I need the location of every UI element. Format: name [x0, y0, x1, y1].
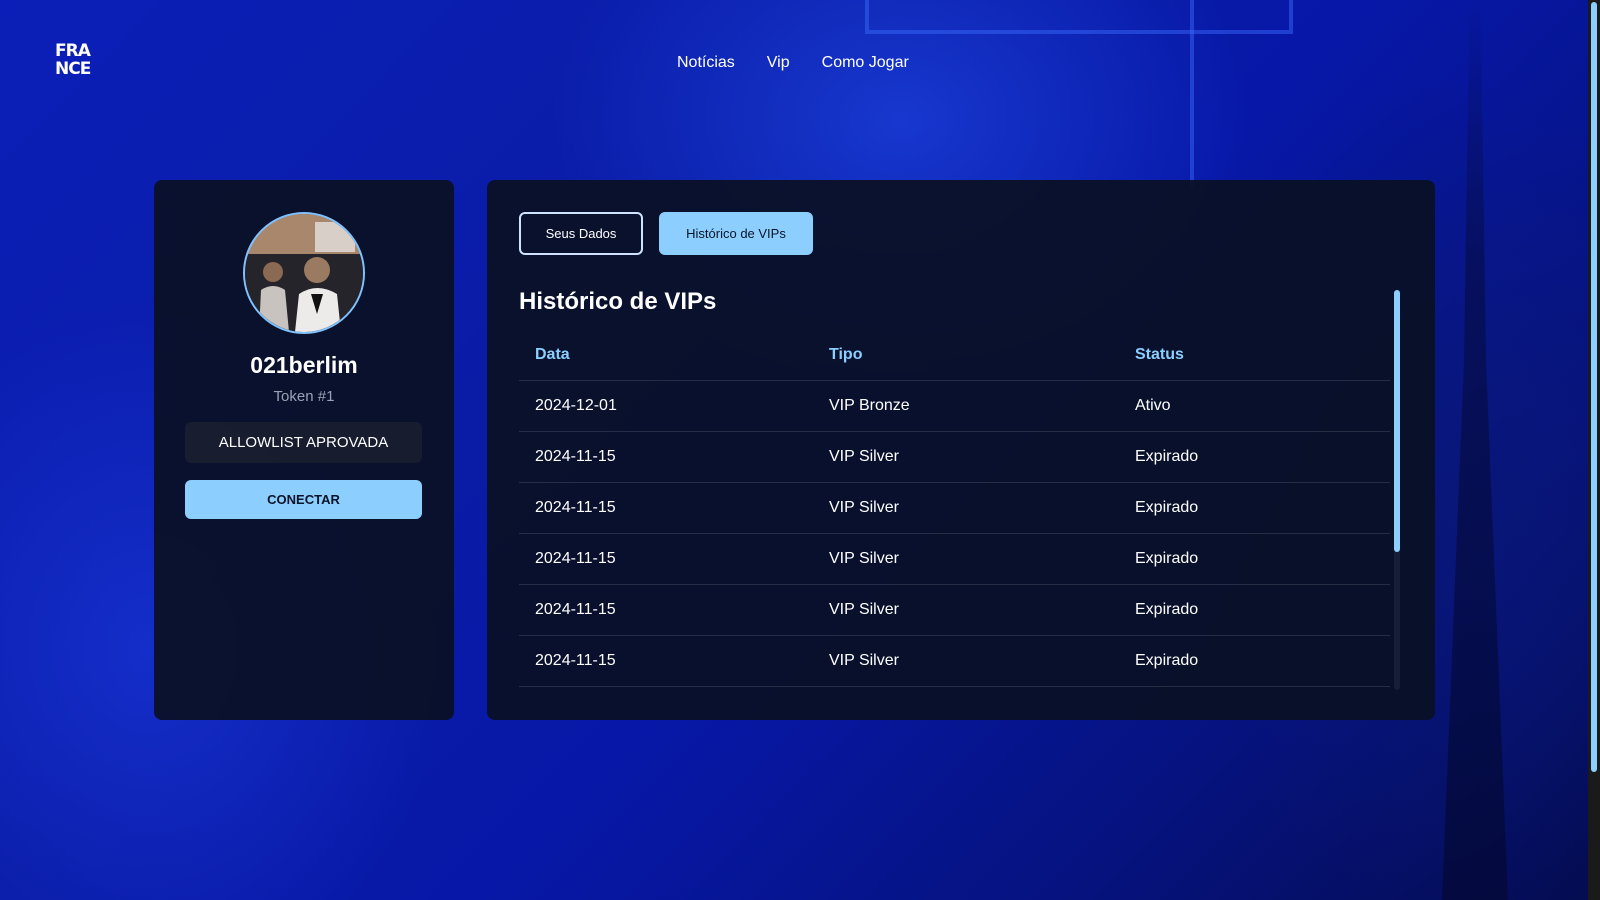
- cell-type: VIP Silver: [829, 550, 899, 567]
- cell-date: 2024-11-15: [535, 499, 616, 516]
- connect-button[interactable]: CONECTAR: [185, 480, 422, 519]
- cell-date: 2024-11-15: [535, 652, 616, 669]
- table-row: 2024-12-01 VIP Bronze Ativo: [519, 381, 1390, 432]
- table-scrollbar-thumb[interactable]: [1394, 290, 1400, 552]
- cell-date: 2024-12-01: [535, 397, 617, 414]
- table-row: 2024-11-15 VIP Silver Expirado: [519, 636, 1390, 687]
- column-header-data: Data: [535, 346, 570, 363]
- cell-date: 2024-11-15: [535, 448, 616, 465]
- cell-date: 2024-11-15: [535, 550, 616, 567]
- cell-status: Expirado: [1135, 499, 1199, 516]
- cell-type: VIP Silver: [829, 499, 899, 516]
- vip-history-table: Data Tipo Status 2024-12-01 VIP Bronze A…: [519, 330, 1390, 687]
- table-row: 2024-11-15 VIP Silver Expirado: [519, 534, 1390, 585]
- cell-status: Expirado: [1135, 601, 1199, 618]
- cell-type: VIP Silver: [829, 601, 899, 618]
- column-header-tipo: Tipo: [829, 346, 863, 363]
- cell-status: Ativo: [1135, 397, 1171, 414]
- section-title: Histórico de VIPs: [519, 288, 717, 315]
- token-label: Token #1: [273, 388, 335, 405]
- table-header: Data Tipo Status: [519, 330, 1390, 381]
- background-frame-decoration: [865, 0, 1293, 34]
- cell-type: VIP Silver: [829, 652, 899, 669]
- france-logo[interactable]: FRA NCE: [55, 41, 91, 79]
- cell-status: Expirado: [1135, 448, 1199, 465]
- background-tower-decoration: [1442, 0, 1508, 900]
- cell-type: VIP Silver: [829, 448, 899, 465]
- table-scrollbar[interactable]: [1394, 290, 1400, 690]
- page-scrollbar-thumb[interactable]: [1591, 2, 1597, 772]
- nav-item-como-jogar[interactable]: Como Jogar: [822, 54, 909, 72]
- tab-seus-dados[interactable]: Seus Dados: [519, 212, 643, 255]
- page-scrollbar[interactable]: [1588, 0, 1600, 900]
- main-nav: Notícias Vip Como Jogar: [677, 54, 909, 72]
- column-header-status: Status: [1135, 346, 1184, 363]
- vip-history-card: Seus Dados Histórico de VIPs Histórico d…: [487, 180, 1435, 720]
- avatar-photo-icon: [245, 214, 363, 332]
- cell-date: 2024-11-15: [535, 601, 616, 618]
- avatar: [243, 212, 365, 334]
- table-row: 2024-11-15 VIP Silver Expirado: [519, 483, 1390, 534]
- cell-status: Expirado: [1135, 550, 1199, 567]
- username: 021berlim: [250, 352, 358, 378]
- logo-text-line1: FRA: [55, 41, 91, 61]
- logo-text-line2: NCE: [55, 59, 91, 79]
- tab-historico-vips[interactable]: Histórico de VIPs: [659, 212, 813, 255]
- allowlist-status-badge: ALLOWLIST APROVADA: [185, 422, 422, 463]
- table-row: 2024-11-15 VIP Silver Expirado: [519, 585, 1390, 636]
- cell-type: VIP Bronze: [829, 397, 910, 414]
- nav-item-vip[interactable]: Vip: [767, 54, 790, 72]
- cell-status: Expirado: [1135, 652, 1199, 669]
- profile-card: 021berlim Token #1 ALLOWLIST APROVADA CO…: [154, 180, 454, 720]
- table-row: 2024-11-15 VIP Silver Expirado: [519, 432, 1390, 483]
- background-frame-decoration: [1190, 0, 1194, 188]
- nav-item-noticias[interactable]: Notícias: [677, 54, 735, 72]
